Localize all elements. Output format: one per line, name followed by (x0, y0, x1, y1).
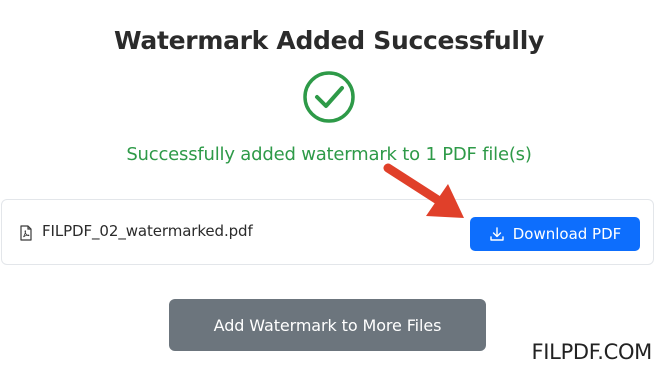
pdf-file-icon (20, 225, 32, 241)
download-pdf-label: Download PDF (512, 225, 622, 243)
brand-watermark: FILPDF.COM (531, 340, 653, 364)
download-pdf-button[interactable]: Download PDF (470, 217, 640, 251)
annotation-arrow-icon (383, 163, 464, 218)
download-icon (490, 227, 504, 241)
success-message: Successfully added watermark to 1 PDF fi… (126, 144, 532, 165)
file-card: FILPDF_02_watermarked.pdf Download PDF (1, 199, 654, 265)
add-watermark-more-files-button[interactable]: Add Watermark to More Files (169, 299, 486, 351)
check-circle-icon (303, 71, 355, 123)
file-name: FILPDF_02_watermarked.pdf (42, 222, 253, 240)
page-title: Watermark Added Successfully (114, 26, 544, 55)
